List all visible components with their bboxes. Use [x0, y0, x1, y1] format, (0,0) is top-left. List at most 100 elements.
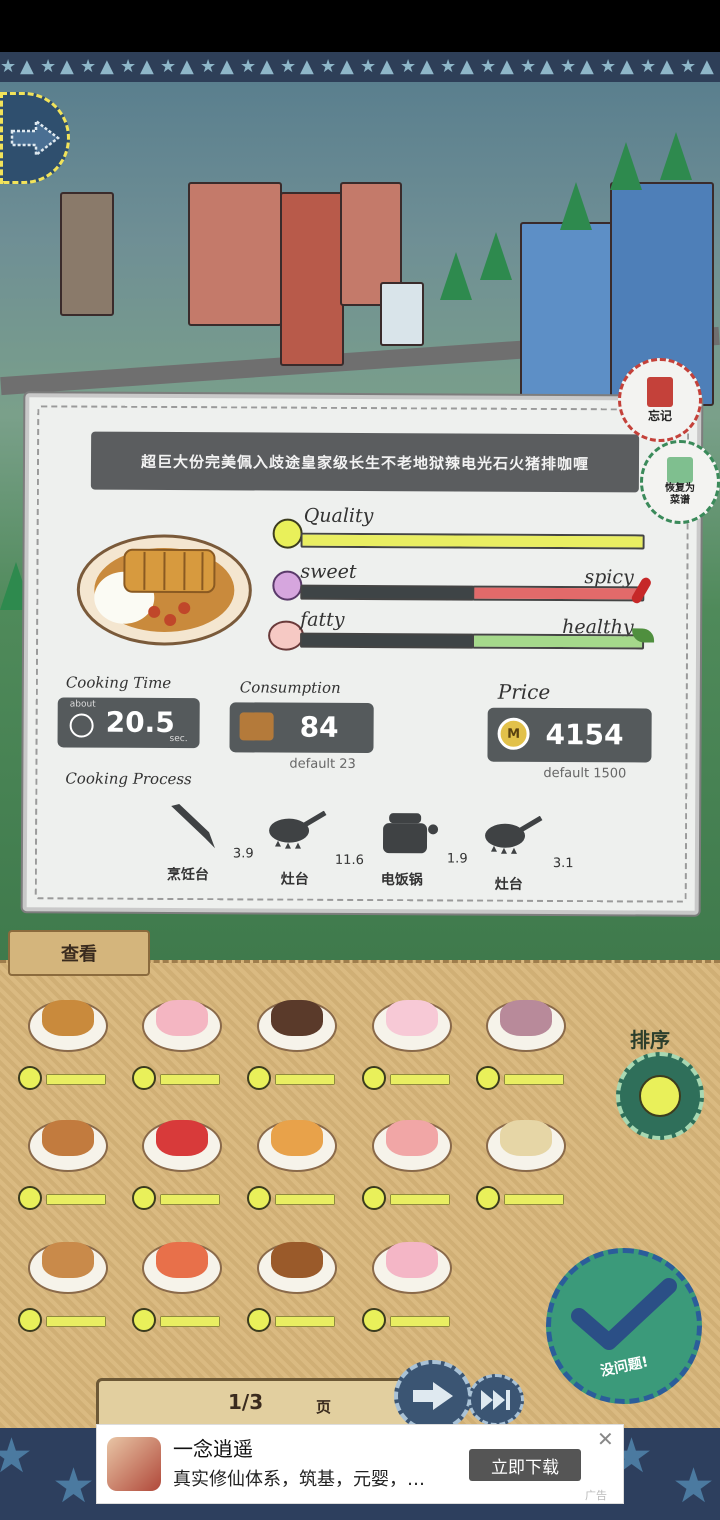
dish-item-katsu-curry[interactable]: [18, 980, 120, 1090]
close-icon[interactable]: ✕: [597, 1427, 614, 1451]
food-icon: [500, 1000, 552, 1036]
restore-recipe-button[interactable]: 恢复为 菜谱: [640, 440, 720, 524]
checkmark-icon: [571, 1278, 677, 1350]
quality-face-icon: [247, 1186, 271, 1210]
dish-item-tempura-bowl[interactable]: [18, 1100, 120, 1210]
arrow-right-icon: [10, 118, 60, 158]
dish-item-bunny-parfait[interactable]: [362, 980, 464, 1090]
process-time-1: 3.9: [232, 846, 254, 862]
star-decoration: ▲: [460, 56, 474, 77]
quality-face-icon: [476, 1186, 500, 1210]
quality-bar: [275, 1194, 335, 1205]
quality-bar: [46, 1074, 106, 1085]
pig-icon: [268, 620, 305, 651]
game-app-icon: [107, 1437, 161, 1491]
star-decoration: ▲: [140, 56, 154, 77]
food-icon: [271, 1242, 323, 1278]
food-icon: [386, 1242, 438, 1278]
star-decoration: ★: [320, 56, 337, 77]
healthy-bar-fill: [474, 635, 643, 648]
tab-view[interactable]: 查看: [8, 930, 150, 976]
cooking-time-label: Cooking Time: [65, 673, 172, 693]
tree: [660, 132, 692, 180]
rice-cooker-icon: [379, 809, 439, 857]
dish-item-shrimp-plate[interactable]: [132, 1222, 234, 1332]
dish-item-onion-rings[interactable]: [18, 1222, 120, 1332]
star-decoration: ▲: [500, 56, 514, 77]
quality-bar-fill: [391, 1075, 449, 1084]
fatty-label: fatty: [300, 608, 345, 631]
quality-face-icon: [132, 1186, 156, 1210]
process-name-2: 灶台: [280, 871, 309, 888]
next-page-button[interactable]: [394, 1360, 472, 1432]
knife-icon: [165, 802, 223, 850]
dish-item-meat-rolls[interactable]: [247, 980, 349, 1090]
food-icon: [500, 1120, 552, 1156]
star-decoration: ▲: [60, 56, 74, 77]
last-page-button[interactable]: [468, 1374, 524, 1426]
quality-bar-fill: [391, 1195, 449, 1204]
quality-face-icon: [362, 1308, 386, 1332]
star-decoration: ▲: [180, 56, 194, 77]
star-decoration: ★: [560, 56, 577, 77]
food-icon: [156, 1242, 208, 1278]
quality-label: Quality: [303, 504, 374, 528]
seconds-unit: sec.: [169, 733, 188, 745]
dish-item-fruit-parfait[interactable]: [362, 1100, 464, 1210]
star-decoration: ★: [160, 56, 177, 77]
cooking-process-label: Cooking Process: [65, 769, 192, 789]
quality-face-icon: [362, 1186, 386, 1210]
forget-label: 忘记: [647, 408, 672, 423]
page-unit: 页: [316, 1398, 332, 1416]
cooking-time-value: 20.5: [105, 705, 175, 740]
star-decoration: ▲: [380, 56, 394, 77]
page-number: 1/3: [228, 1390, 264, 1414]
quality-bar-fill: [505, 1075, 563, 1084]
quality-bar-fill: [505, 1195, 563, 1204]
confirm-button[interactable]: 没问题!: [546, 1248, 702, 1404]
ad-download-button[interactable]: 立即下载: [469, 1449, 581, 1481]
process-time-3: 1.9: [446, 851, 468, 867]
arrow-right-icon: [413, 1382, 453, 1410]
quality-bar-fill: [161, 1195, 219, 1204]
quality-bar: [160, 1074, 220, 1085]
dish-item-burger[interactable]: [247, 1222, 349, 1332]
price-default: default 1500: [543, 765, 627, 782]
ad-tag: 广告: [585, 1489, 607, 1502]
star-decoration: ▲: [580, 56, 594, 77]
fast-forward-icon: [481, 1390, 510, 1410]
process-name-4: 灶台: [494, 876, 523, 893]
quality-face-icon: [132, 1066, 156, 1090]
dish-item-strawberry-parfait[interactable]: [132, 980, 234, 1090]
forget-button[interactable]: 忘记: [618, 358, 702, 442]
dish-item-pie[interactable]: [247, 1100, 349, 1210]
quality-bar-fill: [161, 1075, 219, 1084]
ad-banner[interactable]: 一念逍遥 真实修仙体系，筑基，元婴，… 立即下载 ✕ 广告: [96, 1424, 624, 1504]
process-name-1: 烹饪台: [166, 866, 209, 884]
tree: [560, 182, 592, 230]
sort-button[interactable]: [616, 1052, 704, 1140]
star-decoration: ▲: [540, 56, 554, 77]
recipe-book-icon: [667, 457, 693, 483]
dish-item-rice-bowl[interactable]: [476, 980, 578, 1090]
building: [188, 182, 282, 326]
tree: [480, 232, 512, 280]
star-decoration: ▲: [100, 56, 114, 77]
star-decoration: ★: [0, 1428, 34, 1484]
quality-bar-fill: [276, 1075, 334, 1084]
fatty-bar: [300, 632, 475, 649]
sweet-bar: [300, 584, 475, 601]
food-icon: [386, 1000, 438, 1036]
food-icon: [156, 1120, 208, 1156]
trash-icon: [647, 376, 673, 407]
dish-item-mont-blanc[interactable]: [476, 1100, 578, 1210]
quality-bar-fill: [47, 1317, 105, 1326]
consumption-default: default 23: [289, 756, 356, 772]
star-decoration: ▲: [220, 56, 234, 77]
quality-bar: [160, 1316, 220, 1327]
dish-item-pink-bunny-parfait[interactable]: [362, 1222, 464, 1332]
star-decoration: ★: [360, 56, 377, 77]
tree: [440, 252, 472, 300]
dish-item-bento-car[interactable]: [132, 1100, 234, 1210]
star-decoration: ★: [200, 56, 217, 77]
